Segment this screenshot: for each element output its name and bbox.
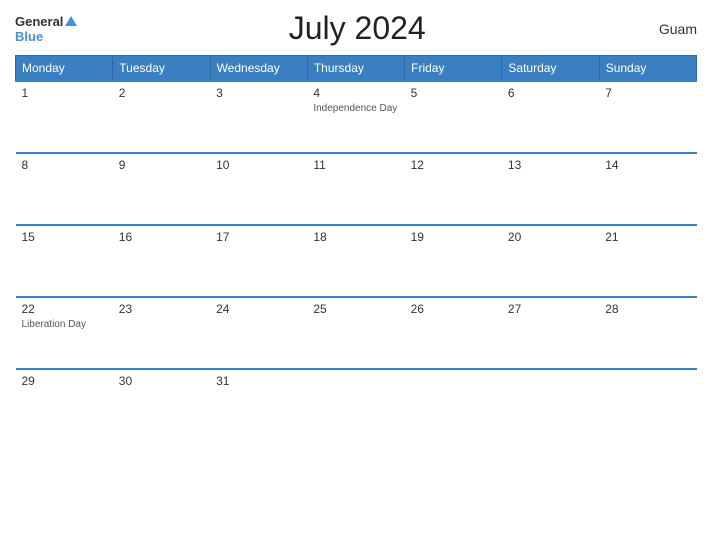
calendar-cell: 28 [599, 297, 696, 369]
calendar-cell: 2 [113, 81, 210, 153]
day-number: 5 [411, 86, 496, 100]
calendar-cell: 9 [113, 153, 210, 225]
calendar-week-row: 29 30 31 [16, 369, 697, 441]
calendar-cell: 19 [405, 225, 502, 297]
day-number: 6 [508, 86, 593, 100]
calendar-cell: 22 Liberation Day [16, 297, 113, 369]
region-label: Guam [637, 21, 697, 37]
calendar-cell [307, 369, 404, 441]
day-number: 9 [119, 158, 204, 172]
day-of-week-header: Thursday [307, 56, 404, 82]
day-number: 16 [119, 230, 204, 244]
day-number: 24 [216, 302, 301, 316]
calendar-cell: 20 [502, 225, 599, 297]
calendar-week-row: 89 10 11 12 13 14 [16, 153, 697, 225]
calendar-cell: 29 [16, 369, 113, 441]
day-number: 15 [22, 230, 107, 244]
day-of-week-header: Tuesday [113, 56, 210, 82]
calendar-cell: 10 [210, 153, 307, 225]
calendar-cell: 25 [307, 297, 404, 369]
day-of-week-header: Saturday [502, 56, 599, 82]
day-number: 14 [605, 158, 690, 172]
calendar-cell: 1 [16, 81, 113, 153]
header: General Blue July 2024 Guam [15, 10, 697, 47]
day-of-week-header: Friday [405, 56, 502, 82]
day-number: 31 [216, 374, 301, 388]
calendar-cell: 13 [502, 153, 599, 225]
calendar-cell: 26 [405, 297, 502, 369]
day-number: 3 [216, 86, 301, 100]
calendar-cell: 11 [307, 153, 404, 225]
day-number: 19 [411, 230, 496, 244]
day-number: 8 [22, 158, 107, 172]
day-number: 21 [605, 230, 690, 244]
calendar-cell: 18 [307, 225, 404, 297]
day-number: 13 [508, 158, 593, 172]
day-number: 27 [508, 302, 593, 316]
holiday-label: Independence Day [313, 102, 398, 115]
calendar-cell: 24 [210, 297, 307, 369]
day-number: 12 [411, 158, 496, 172]
calendar-week-row: 22 Liberation Day 23 24 25 26 27 28 [16, 297, 697, 369]
day-number: 18 [313, 230, 398, 244]
calendar-cell: 21 [599, 225, 696, 297]
calendar-cell [502, 369, 599, 441]
day-number: 2 [119, 86, 204, 100]
calendar-cell: 8 [16, 153, 113, 225]
logo-blue-text: Blue [15, 29, 43, 44]
calendar-table: MondayTuesdayWednesdayThursdayFridaySatu… [15, 55, 697, 441]
calendar-week-row: 15 16 17 18 19 20 21 [16, 225, 697, 297]
calendar-cell: 15 [16, 225, 113, 297]
page: General Blue July 2024 Guam MondayTuesda… [0, 0, 712, 550]
calendar-header-row: MondayTuesdayWednesdayThursdayFridaySatu… [16, 56, 697, 82]
day-number: 17 [216, 230, 301, 244]
day-number: 1 [22, 86, 107, 100]
day-number: 30 [119, 374, 204, 388]
day-of-week-header: Sunday [599, 56, 696, 82]
calendar-cell [405, 369, 502, 441]
calendar-cell: 5 [405, 81, 502, 153]
calendar-cell: 12 [405, 153, 502, 225]
logo-triangle-icon [65, 16, 77, 26]
day-number: 10 [216, 158, 301, 172]
day-number: 28 [605, 302, 690, 316]
day-number: 11 [313, 158, 398, 172]
day-number: 25 [313, 302, 398, 316]
day-number: 20 [508, 230, 593, 244]
calendar-title: July 2024 [77, 10, 637, 47]
day-number: 7 [605, 86, 690, 100]
day-number: 4 [313, 86, 398, 100]
calendar-cell: 6 [502, 81, 599, 153]
calendar-cell: 4 Independence Day [307, 81, 404, 153]
calendar-cell: 17 [210, 225, 307, 297]
day-number: 26 [411, 302, 496, 316]
calendar-cell: 3 [210, 81, 307, 153]
calendar-cell: 14 [599, 153, 696, 225]
calendar-cell: 30 [113, 369, 210, 441]
calendar-cell: 27 [502, 297, 599, 369]
logo: General Blue [15, 14, 77, 44]
day-of-week-header: Wednesday [210, 56, 307, 82]
day-of-week-header: Monday [16, 56, 113, 82]
day-number: 22 [22, 302, 107, 316]
day-number: 23 [119, 302, 204, 316]
calendar-cell: 7 [599, 81, 696, 153]
calendar-week-row: 1234 Independence Day 567 [16, 81, 697, 153]
holiday-label: Liberation Day [22, 318, 107, 331]
calendar-cell: 31 [210, 369, 307, 441]
calendar-cell: 23 [113, 297, 210, 369]
calendar-cell [599, 369, 696, 441]
day-number: 29 [22, 374, 107, 388]
logo-general-text: General [15, 14, 63, 29]
calendar-cell: 16 [113, 225, 210, 297]
